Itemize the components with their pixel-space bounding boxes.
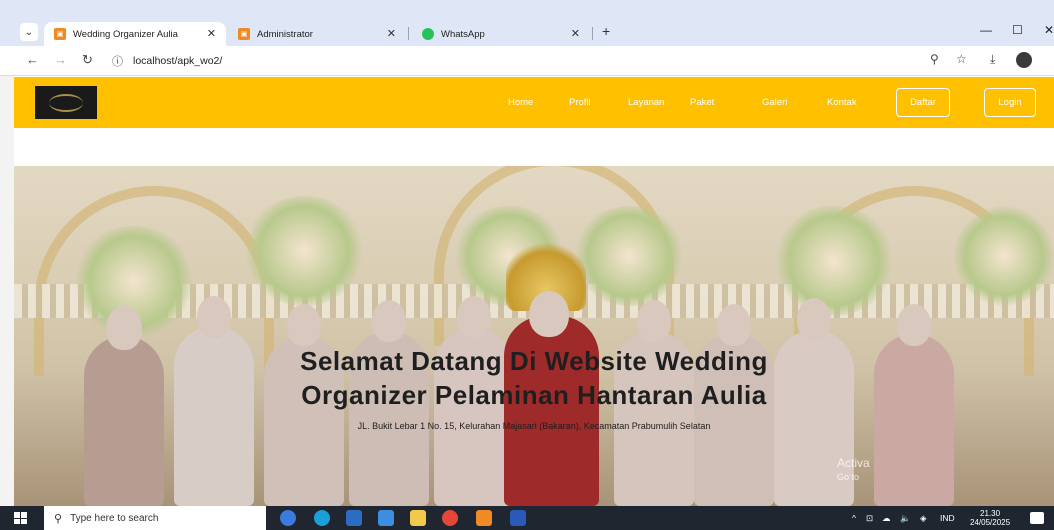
window-top-strip <box>0 0 1054 20</box>
nav-galeri[interactable]: Galeri <box>762 97 787 108</box>
new-tab-button[interactable]: + <box>602 23 610 39</box>
hero-person-head <box>717 304 751 346</box>
hero-flowers <box>574 206 684 306</box>
taskbar-search-box[interactable]: ⚲ Type here to search <box>44 506 266 530</box>
watermark-line-2: Go to <box>837 472 860 482</box>
site-header: Home Profil Layanan Paket Galeri Kontak … <box>14 77 1054 128</box>
widgets-icon[interactable] <box>280 510 296 526</box>
hero-person-head <box>529 291 569 337</box>
nav-profil[interactable]: Profil <box>569 97 591 108</box>
volume-icon[interactable]: 🔈 <box>900 513 911 524</box>
hero-title-line-1: Selamat Datang Di Website Wedding <box>300 346 768 376</box>
search-icon: ⚲ <box>54 512 63 525</box>
language-indicator[interactable]: IND <box>940 513 955 523</box>
orange-square-icon: ▣ <box>238 28 250 40</box>
hero-person-head <box>457 296 491 338</box>
tray-chevron-up-icon[interactable]: ^ <box>852 513 856 523</box>
tab-separator <box>592 27 593 40</box>
tab-label: WhatsApp <box>441 28 485 40</box>
clock-time: 21.30 <box>980 509 1001 518</box>
onedrive-icon[interactable]: ☁ <box>882 513 891 524</box>
hero-person-head <box>197 296 231 338</box>
nav-layanan[interactable]: Layanan <box>628 97 664 108</box>
hero-flowers <box>774 206 894 316</box>
close-icon[interactable]: ✕ <box>387 27 396 40</box>
whatsapp-icon <box>422 28 434 40</box>
download-icon[interactable]: ⤓ <box>990 52 995 67</box>
hero-flowers <box>954 206 1054 306</box>
forward-arrow-icon[interactable]: → <box>54 52 67 67</box>
zoom-icon[interactable]: ⚲ <box>930 52 939 66</box>
notification-icon[interactable] <box>1030 512 1044 524</box>
hero-person-head <box>797 298 831 340</box>
windows-taskbar: ⚲ Type here to search ^ ⊡ ☁ 🔈 ◈ IND 21.3… <box>0 506 1054 530</box>
network-icon[interactable]: ⊡ <box>866 513 873 524</box>
nav-paket[interactable]: Paket <box>690 97 714 108</box>
reload-icon[interactable]: ↻ <box>82 52 93 68</box>
file-explorer-icon[interactable] <box>410 510 426 526</box>
bookmark-star-icon[interactable]: ☆ <box>956 52 967 66</box>
back-arrow-icon[interactable]: ← <box>26 52 39 67</box>
url-text: localhost/apk_wo2/ <box>133 55 223 67</box>
hero-person-head <box>372 300 406 342</box>
windows-activation-watermark: Activa Go to <box>837 456 870 484</box>
tab-label: Administrator <box>257 28 313 40</box>
profile-avatar[interactable] <box>1016 52 1032 68</box>
hero-person-head <box>106 306 142 350</box>
url-bar[interactable]: ⓘ localhost/apk_wo2/ <box>104 50 934 72</box>
hero-person <box>84 336 164 506</box>
taskbar-search-placeholder: Type here to search <box>70 512 159 524</box>
browser-tab-bar: ⌄ ▣ Wedding Organizer Aulia ✕ ▣ Administ… <box>0 20 1054 46</box>
microsoft-store-icon[interactable] <box>346 510 362 526</box>
tab-administrator[interactable]: ▣ Administrator ✕ <box>228 22 406 46</box>
hero-person-head <box>897 304 931 346</box>
header-spacer <box>14 128 1054 166</box>
hero-title-line-2: Organizer Pelaminan Hantaran Aulia <box>301 380 767 410</box>
taskbar-clock[interactable]: 21.30 24/05/2025 <box>970 509 1010 527</box>
tab-separator <box>408 27 409 40</box>
hero-title: Selamat Datang Di Website Wedding Organi… <box>164 344 904 412</box>
tab-whatsapp[interactable]: WhatsApp ✕ <box>412 22 590 46</box>
hero-flowers <box>244 196 364 306</box>
watermark-line-1: Activa <box>837 456 870 470</box>
logo-crest-icon <box>49 93 83 112</box>
hero-person-head <box>287 304 321 346</box>
login-button[interactable]: Login <box>984 88 1036 117</box>
window-left-border <box>0 76 14 506</box>
minimize-icon[interactable]: — <box>980 23 992 37</box>
browser-address-bar: ← → ↻ ⓘ localhost/apk_wo2/ ⚲ ☆ ⤓ <box>0 46 1054 76</box>
word-icon[interactable] <box>510 510 526 526</box>
nav-home[interactable]: Home <box>508 97 533 108</box>
mail-icon[interactable] <box>378 510 394 526</box>
maximize-icon[interactable]: ☐ <box>1012 23 1023 37</box>
site-logo[interactable] <box>35 86 97 119</box>
close-window-icon[interactable]: ✕ <box>1044 23 1054 37</box>
nav-kontak[interactable]: Kontak <box>827 97 857 108</box>
tab-search-menu-button[interactable]: ⌄ <box>20 23 38 41</box>
close-icon[interactable]: ✕ <box>207 27 216 40</box>
windows-start-icon[interactable] <box>14 512 27 524</box>
chrome-icon[interactable] <box>442 510 458 526</box>
edge-browser-icon[interactable] <box>314 510 330 526</box>
site-info-icon[interactable]: ⓘ <box>112 53 123 69</box>
xampp-icon[interactable] <box>476 510 492 526</box>
hero-address: JL. Bukit Lebar 1 No. 15, Kelurahan Maja… <box>357 421 711 431</box>
orange-square-icon: ▣ <box>54 28 66 40</box>
hero-banner: Selamat Datang Di Website Wedding Organi… <box>14 166 1054 506</box>
wifi-icon[interactable]: ◈ <box>920 513 927 524</box>
hero-person-head <box>637 300 671 342</box>
daftar-button[interactable]: Daftar <box>896 88 950 117</box>
clock-date: 24/05/2025 <box>970 518 1011 527</box>
tab-wedding-organizer[interactable]: ▣ Wedding Organizer Aulia ✕ <box>44 22 226 46</box>
tab-label: Wedding Organizer Aulia <box>73 28 178 40</box>
close-icon[interactable]: ✕ <box>571 27 580 40</box>
